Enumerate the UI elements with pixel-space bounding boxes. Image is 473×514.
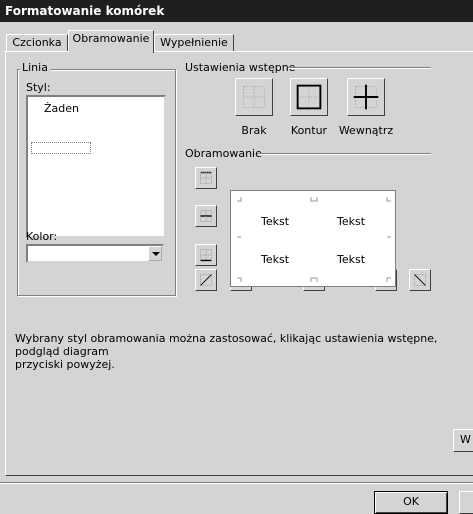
cancel-button-partial[interactable] <box>459 491 473 514</box>
border-bottom-button[interactable] <box>195 244 217 266</box>
preset-none-button[interactable] <box>235 78 273 116</box>
border-horizontal-icon <box>200 210 212 222</box>
window-title: Formatowanie komórek <box>0 0 473 22</box>
preset-outline-label: Kontur <box>290 124 328 137</box>
preview-text-2: Tekst <box>337 215 366 228</box>
line-group-label: Linia <box>20 61 50 74</box>
style-label: Styl: <box>26 81 51 94</box>
description-text: Wybrany styl obramowania można zastosowa… <box>15 332 438 371</box>
preset-outline-button[interactable] <box>290 78 328 116</box>
preview-text-1: Tekst <box>261 215 290 228</box>
border-divider <box>258 153 431 155</box>
color-select[interactable] <box>26 244 164 263</box>
tab-font[interactable]: Czcionka <box>6 34 68 52</box>
border-label: Obramowanie <box>185 147 262 160</box>
chevron-down-icon[interactable] <box>148 246 162 261</box>
preset-inside-label: Wewnątrz <box>338 124 394 137</box>
border-diagonal-up-button[interactable] <box>195 269 217 291</box>
tab-border[interactable]: Obramowanie <box>68 30 154 53</box>
border-outline-icon <box>296 84 322 110</box>
preset-none-label: Brak <box>241 124 267 137</box>
border-diagonal-down-button[interactable] <box>409 269 431 291</box>
preview-corner-marks <box>237 197 391 282</box>
color-label: Kolor: <box>26 230 58 243</box>
preset-inside-button[interactable] <box>347 78 385 116</box>
border-bottom-icon <box>200 249 212 262</box>
presets-divider <box>288 67 431 69</box>
border-middle-horizontal-button[interactable] <box>195 205 217 227</box>
border-top-icon <box>200 171 212 184</box>
footer-divider <box>0 482 473 484</box>
line-style-none[interactable]: Żaden <box>44 102 79 115</box>
presets-label: Ustawienia wstępne <box>185 61 296 74</box>
tab-fill[interactable]: Wypełnienie <box>154 34 234 52</box>
format-cells-dialog: Czcionka Obramowanie Wypełnienie Linia S… <box>0 22 473 514</box>
border-none-icon <box>243 86 265 108</box>
preview-text-4: Tekst <box>337 253 366 266</box>
diagonal-down-icon <box>414 274 426 286</box>
ok-button[interactable]: OK <box>374 491 448 514</box>
partial-right-button[interactable]: W <box>453 429 473 452</box>
border-top-button[interactable] <box>195 167 217 189</box>
line-style-selection[interactable] <box>31 142 91 154</box>
border-preview[interactable]: Tekst Tekst Tekst Tekst <box>230 190 396 287</box>
border-inside-icon <box>353 84 379 110</box>
line-style-list[interactable]: Żaden <box>26 95 166 238</box>
diagonal-up-icon <box>200 274 212 286</box>
preview-text-3: Tekst <box>261 253 290 266</box>
